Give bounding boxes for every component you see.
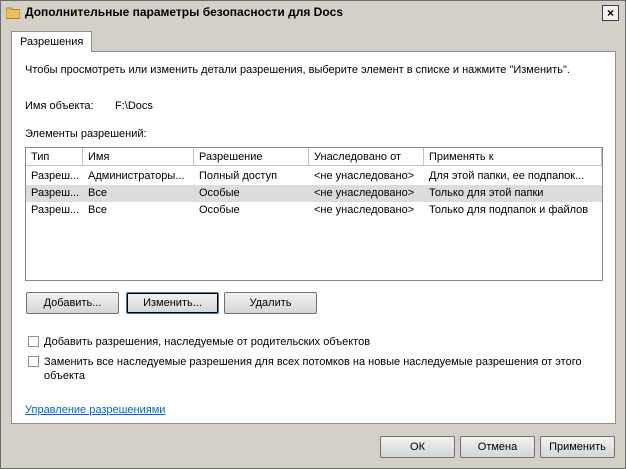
intro-text: Чтобы просмотреть или изменить детали ра…	[25, 64, 570, 76]
cell-name: Все	[88, 187, 107, 199]
cancel-button[interactable]: Отмена	[460, 436, 535, 458]
column-header-type[interactable]: Тип	[26, 148, 83, 166]
object-name-value: F:\Docs	[115, 100, 153, 112]
cell-inherited-from: <не унаследовано>	[314, 170, 415, 182]
cell-inherited-from: <не унаследовано>	[314, 187, 415, 199]
cell-type: Разреш...	[31, 170, 80, 182]
edit-button[interactable]: Изменить...	[126, 292, 219, 314]
cell-permission: Полный доступ	[199, 170, 278, 182]
permissions-panel: Чтобы просмотреть или изменить детали ра…	[11, 51, 616, 424]
tab-permissions[interactable]: Разрешения	[11, 31, 93, 52]
permission-entries-list[interactable]: Тип Имя Разрешение Унаследовано от Приме…	[25, 147, 603, 281]
inherit-checkbox[interactable]	[28, 336, 39, 347]
cell-type: Разреш...	[31, 204, 80, 216]
title-bar: Дополнительные параметры безопасности дл…	[1, 1, 625, 25]
object-name-label: Имя объекта:	[25, 100, 94, 112]
replace-checkbox[interactable]	[28, 356, 39, 367]
security-dialog: Дополнительные параметры безопасности дл…	[0, 0, 626, 469]
list-header: Тип Имя Разрешение Унаследовано от Приме…	[26, 148, 602, 167]
table-row[interactable]: Разреш... Администраторы... Полный досту…	[26, 168, 602, 185]
column-header-permission[interactable]: Разрешение	[194, 148, 309, 166]
cell-permission: Особые	[199, 187, 240, 199]
tab-label: Разрешения	[20, 36, 84, 48]
ok-button[interactable]: ОК	[380, 436, 455, 458]
cell-apply-to: Только для этой папки	[429, 187, 544, 199]
column-header-inherited-from[interactable]: Унаследовано от	[309, 148, 424, 166]
add-button[interactable]: Добавить...	[26, 292, 119, 314]
close-button[interactable]: ×	[602, 5, 619, 21]
inherit-checkbox-label: Добавить разрешения, наследуемые от роди…	[44, 336, 371, 348]
cell-apply-to: Для этой папки, ее подпапок...	[429, 170, 585, 182]
cell-inherited-from: <не унаследовано>	[314, 204, 415, 216]
replace-checkbox-label-line1: Заменить все наследуемые разрешения для …	[44, 356, 582, 368]
cell-permission: Особые	[199, 204, 240, 216]
remove-button[interactable]: Удалить	[224, 292, 317, 314]
manage-permissions-link[interactable]: Управление разрешениями	[25, 404, 165, 416]
cell-type: Разреш...	[31, 187, 80, 199]
cell-apply-to: Только для подпапок и файлов	[429, 204, 589, 216]
table-row[interactable]: Разреш... Все Особые <не унаследовано> Т…	[26, 202, 602, 219]
cell-name: Администраторы...	[88, 170, 185, 182]
close-icon: ×	[606, 6, 614, 20]
replace-checkbox-label-line2: объекта	[44, 370, 86, 382]
table-row[interactable]: Разреш... Все Особые <не унаследовано> Т…	[26, 185, 602, 202]
cell-name: Все	[88, 204, 107, 216]
entries-label: Элементы разрешений:	[25, 128, 147, 140]
apply-button[interactable]: Применить	[540, 436, 615, 458]
column-header-name[interactable]: Имя	[83, 148, 194, 166]
folder-icon	[6, 7, 20, 19]
column-header-apply-to[interactable]: Применять к	[424, 148, 602, 166]
window-title: Дополнительные параметры безопасности дл…	[25, 5, 343, 19]
